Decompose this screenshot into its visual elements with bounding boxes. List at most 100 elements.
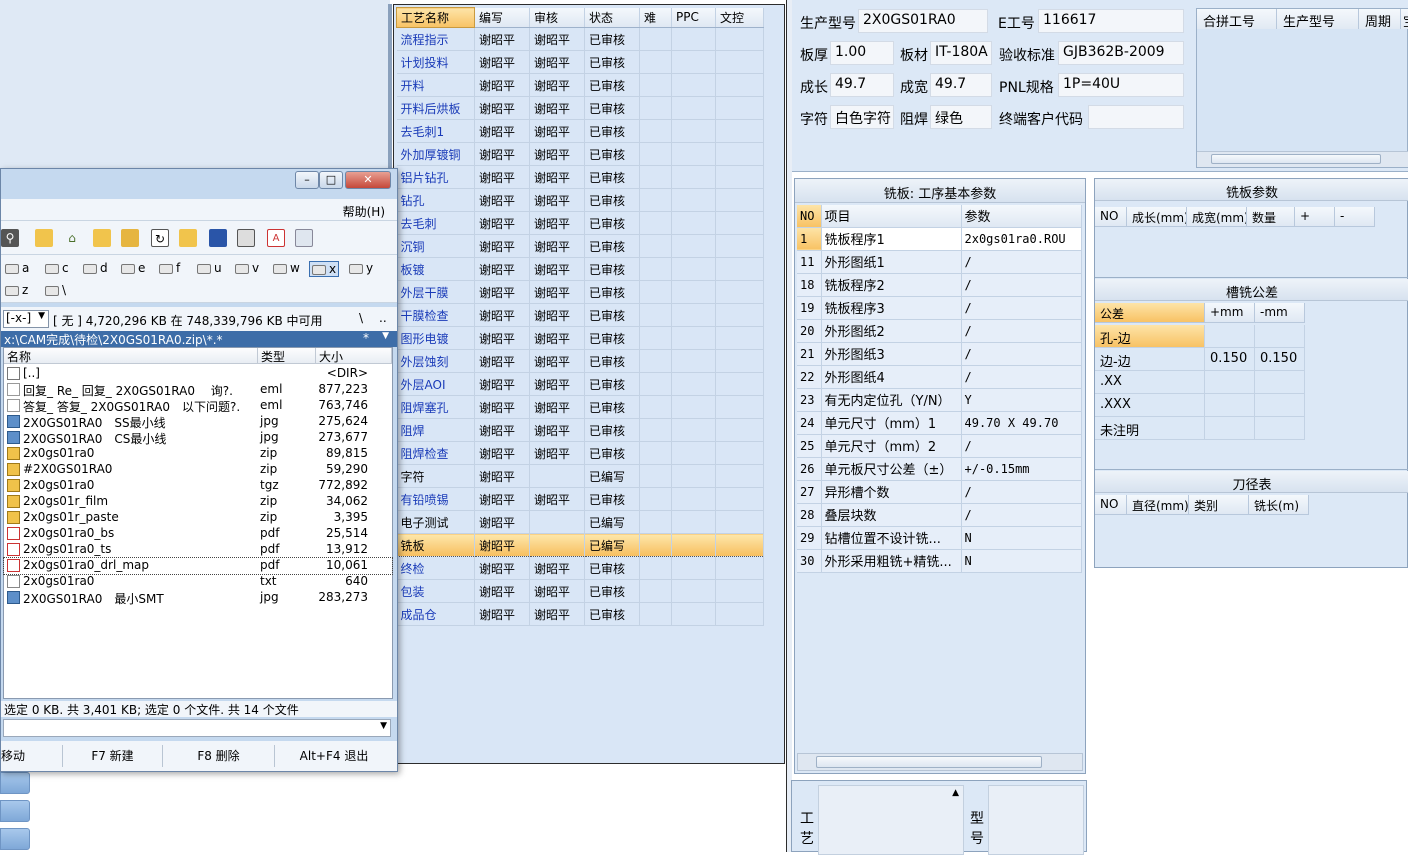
process-cell-status[interactable]: 已审核 xyxy=(584,280,640,304)
process-cell-name[interactable]: 阻焊塞孔 xyxy=(396,395,475,419)
mill-cell-no[interactable]: 27 xyxy=(797,480,822,504)
process-row[interactable]: 字符 谢昭平 已编写 xyxy=(396,464,764,488)
process-row[interactable]: 终检 谢昭平 谢昭平 已审核 xyxy=(396,556,764,580)
process-cell-status[interactable]: 已审核 xyxy=(584,372,640,396)
tolerance-cell-minus[interactable] xyxy=(1255,417,1305,440)
process-cell-w[interactable] xyxy=(715,234,764,258)
drive-w[interactable]: w xyxy=(273,261,300,275)
process-cell-name[interactable]: 板镀 xyxy=(396,257,475,281)
process-cell-reviewer[interactable]: 谢昭平 xyxy=(529,188,585,212)
pdf-icon[interactable]: A xyxy=(267,229,285,247)
process-cell-status[interactable]: 已审核 xyxy=(584,395,640,419)
process-cell-w[interactable] xyxy=(715,349,764,373)
process-cell-status[interactable]: 已审核 xyxy=(584,602,640,626)
process-cell-name[interactable]: 终检 xyxy=(396,556,475,580)
file-row[interactable]: 2x0gs01r_film zip 34,062 xyxy=(4,494,392,510)
process-cell-d[interactable] xyxy=(639,96,672,120)
mill-cell-no[interactable]: 30 xyxy=(797,549,822,573)
drive-combo[interactable]: [-x-] ▼ xyxy=(3,310,49,328)
mill-param-row[interactable]: 11 外形图纸1/ xyxy=(797,250,1082,274)
process-row[interactable]: 去毛刺1 谢昭平 谢昭平 已审核 xyxy=(396,119,764,143)
mill-cell-value[interactable]: / xyxy=(961,342,1082,366)
mill-param-row[interactable]: 19 铣板程序3/ xyxy=(797,296,1082,320)
file-row[interactable]: 2x0gs01ra0 zip 89,815 xyxy=(4,446,392,462)
process-cell-reviewer[interactable]: 谢昭平 xyxy=(529,418,585,442)
process-cell-d[interactable] xyxy=(639,602,672,626)
mill-cell-no[interactable]: 11 xyxy=(797,250,822,274)
process-cell-reviewer[interactable]: 谢昭平 xyxy=(529,73,585,97)
tolerance-cell-plus[interactable] xyxy=(1205,325,1255,348)
mill-cell-item[interactable]: 铣板程序1 xyxy=(821,227,962,251)
process-cell-w[interactable] xyxy=(715,418,764,442)
process-cell-p[interactable] xyxy=(671,280,716,304)
console-icon[interactable] xyxy=(237,229,255,247)
mill-scroll-thumb[interactable] xyxy=(816,756,1042,768)
process-cell-w[interactable] xyxy=(715,165,764,189)
process-cell-writer[interactable]: 谢昭平 xyxy=(474,556,530,580)
mill-cell-no[interactable]: 28 xyxy=(797,503,822,527)
process-cell-w[interactable] xyxy=(715,487,764,511)
mill-cell-no[interactable]: 21 xyxy=(797,342,822,366)
tolerance-cell-plus[interactable]: 0.150 xyxy=(1205,348,1255,371)
process-cell-d[interactable] xyxy=(639,27,672,51)
process-cell-name[interactable]: 流程指示 xyxy=(396,27,475,51)
process-cell-w[interactable] xyxy=(715,211,764,235)
process-cell-writer[interactable]: 谢昭平 xyxy=(474,211,530,235)
col-board-qty[interactable]: 数量 xyxy=(1247,207,1295,227)
process-cell-p[interactable] xyxy=(671,303,716,327)
mill-cell-no[interactable]: 22 xyxy=(797,365,822,389)
process-cell-status[interactable]: 已审核 xyxy=(584,303,640,327)
process-row[interactable]: 开料 谢昭平 谢昭平 已审核 xyxy=(396,73,764,97)
process-cell-writer[interactable]: 谢昭平 xyxy=(474,27,530,51)
merge-horizontal-scrollbar[interactable] xyxy=(1197,151,1408,167)
process-row[interactable]: 铝片钻孔 谢昭平 谢昭平 已审核 xyxy=(396,165,764,189)
col-board-minus[interactable]: - xyxy=(1335,207,1375,227)
mill-cell-item[interactable]: 单元板尺寸公差（±） xyxy=(821,457,962,481)
process-cell-d[interactable] xyxy=(639,349,672,373)
process-cell-name[interactable]: 外加厚镀铜 xyxy=(396,142,475,166)
process-cell-reviewer[interactable]: 谢昭平 xyxy=(529,165,585,189)
process-cell-reviewer[interactable]: 谢昭平 xyxy=(529,211,585,235)
mill-cell-no[interactable]: 1 xyxy=(797,227,822,251)
process-cell-name[interactable]: 阻焊检查 xyxy=(396,441,475,465)
process-cell-d[interactable] xyxy=(639,418,672,442)
drive-c[interactable]: c xyxy=(45,261,69,275)
process-cell-status[interactable]: 已审核 xyxy=(584,119,640,143)
mask-field[interactable]: 绿色 xyxy=(930,105,992,129)
tolerance-cell-name[interactable]: 孔-边 xyxy=(1095,325,1205,348)
process-cell-w[interactable] xyxy=(715,280,764,304)
eno-field[interactable]: 116617 xyxy=(1038,9,1184,33)
col-file-name[interactable]: 名称 xyxy=(4,348,258,364)
tolerance-cell-plus[interactable] xyxy=(1205,417,1255,440)
process-cell-status[interactable]: 已审核 xyxy=(584,487,640,511)
process-cell-w[interactable] xyxy=(715,372,764,396)
mill-cell-item[interactable]: 外形图纸3 xyxy=(821,342,962,366)
process-cell-p[interactable] xyxy=(671,96,716,120)
process-cell-p[interactable] xyxy=(671,487,716,511)
process-cell-reviewer[interactable]: 谢昭平 xyxy=(529,257,585,281)
col-merge-model[interactable]: 生产型号 xyxy=(1277,9,1359,29)
col-board-length[interactable]: 成长(mm) xyxy=(1127,207,1187,227)
process-row[interactable]: 阻焊塞孔 谢昭平 谢昭平 已审核 xyxy=(396,395,764,419)
col-file-size[interactable]: 大小 xyxy=(316,348,392,364)
process-cell-p[interactable] xyxy=(671,533,716,557)
process-cell-w[interactable] xyxy=(715,533,764,557)
file-row[interactable]: 2x0gs01ra0 tgz 772,892 xyxy=(4,478,392,494)
mill-cell-value[interactable]: / xyxy=(961,319,1082,343)
process-cell-p[interactable] xyxy=(671,556,716,580)
mill-cell-item[interactable]: 外形图纸1 xyxy=(821,250,962,274)
process-cell-w[interactable] xyxy=(715,142,764,166)
process-row[interactable]: 开料后烘板 谢昭平 谢昭平 已审核 xyxy=(396,96,764,120)
process-cell-writer[interactable]: 谢昭平 xyxy=(474,441,530,465)
col-tool-no[interactable]: NO xyxy=(1095,495,1127,515)
file-row[interactable]: 回复_ Re_ 回复_ 2X0GS01RA0 询?. eml 877,223 xyxy=(4,382,392,398)
col-writer[interactable]: 编写 xyxy=(474,7,530,28)
process-row[interactable]: 流程指示 谢昭平 谢昭平 已审核 xyxy=(396,27,764,51)
refresh-icon[interactable]: ↻ xyxy=(151,229,169,247)
mill-cell-item[interactable]: 有无内定位孔（Y/N） xyxy=(821,388,962,412)
drive-a[interactable]: a xyxy=(5,261,29,275)
side-button-2[interactable] xyxy=(0,800,30,822)
process-cell-status[interactable]: 已审核 xyxy=(584,165,640,189)
tolerance-cell-minus[interactable] xyxy=(1255,325,1305,348)
process-notes-box[interactable]: ▲ xyxy=(818,785,964,855)
